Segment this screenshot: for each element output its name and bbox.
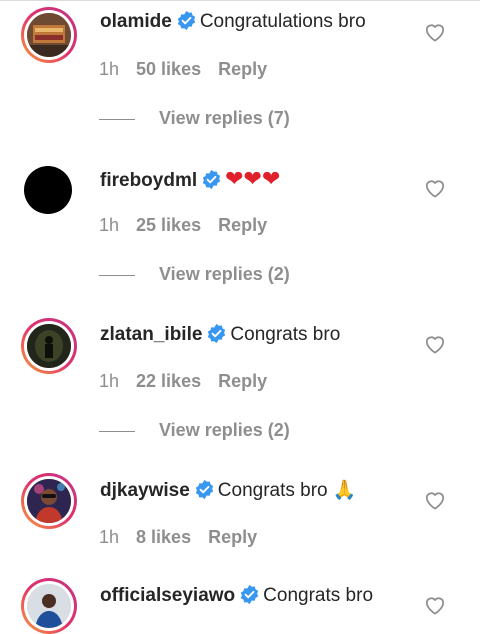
replies-divider: [99, 118, 135, 120]
view-replies-button[interactable]: View replies (7): [99, 106, 290, 130]
comment-username[interactable]: olamide: [100, 11, 172, 32]
heart-outline-icon[interactable]: [424, 595, 446, 615]
comment-username[interactable]: zlatan_ibile: [100, 324, 202, 345]
heart-outline-icon[interactable]: [424, 22, 446, 42]
view-replies-button[interactable]: View replies (2): [99, 418, 290, 442]
top-divider: [0, 0, 480, 1]
comment-time: 1h: [99, 371, 120, 391]
comment-time: 1h: [99, 59, 120, 79]
view-replies-button[interactable]: View replies (2): [99, 262, 290, 286]
likes-count[interactable]: 8 likes: [136, 527, 191, 547]
heart-outline-icon[interactable]: [424, 178, 446, 198]
comment-text: ❤❤❤: [225, 166, 281, 191]
view-replies-label: View replies (2): [159, 264, 290, 284]
verified-badge-icon: [208, 323, 226, 344]
comment-text: Congrats bro 🙏: [217, 480, 357, 501]
avatar[interactable]: [21, 578, 77, 634]
avatar[interactable]: [24, 166, 72, 214]
reply-button[interactable]: Reply: [218, 59, 267, 79]
verified-badge-icon: [202, 169, 221, 190]
replies-divider: [99, 274, 135, 276]
reply-button[interactable]: Reply: [208, 527, 257, 547]
comment-text: Congrats bro: [263, 585, 374, 606]
heart-outline-icon[interactable]: [424, 490, 446, 510]
likes-count[interactable]: 50 likes: [136, 59, 201, 79]
reply-button[interactable]: Reply: [218, 371, 267, 391]
comment-username[interactable]: djkaywise: [100, 480, 190, 501]
comment-text: Congrats bro: [230, 324, 341, 345]
likes-count[interactable]: 22 likes: [136, 371, 201, 391]
reply-button[interactable]: Reply: [218, 215, 267, 235]
replies-divider: [99, 430, 135, 432]
avatar[interactable]: [21, 473, 77, 529]
avatar[interactable]: [21, 318, 77, 374]
verified-badge-icon: [241, 584, 259, 605]
comment-time: 1h: [99, 215, 120, 235]
verified-badge-icon: [195, 479, 213, 500]
view-replies-label: View replies (2): [159, 420, 290, 440]
comment-text: Congratulations bro: [199, 11, 366, 32]
heart-outline-icon[interactable]: [424, 334, 446, 354]
comment-username[interactable]: officialseyiawo: [100, 585, 235, 606]
comment-time: 1h: [99, 527, 120, 547]
likes-count[interactable]: 25 likes: [136, 215, 201, 235]
verified-badge-icon: [177, 10, 195, 31]
comment-username[interactable]: fireboydml: [100, 170, 197, 191]
avatar[interactable]: [21, 7, 77, 63]
view-replies-label: View replies (7): [159, 108, 290, 128]
